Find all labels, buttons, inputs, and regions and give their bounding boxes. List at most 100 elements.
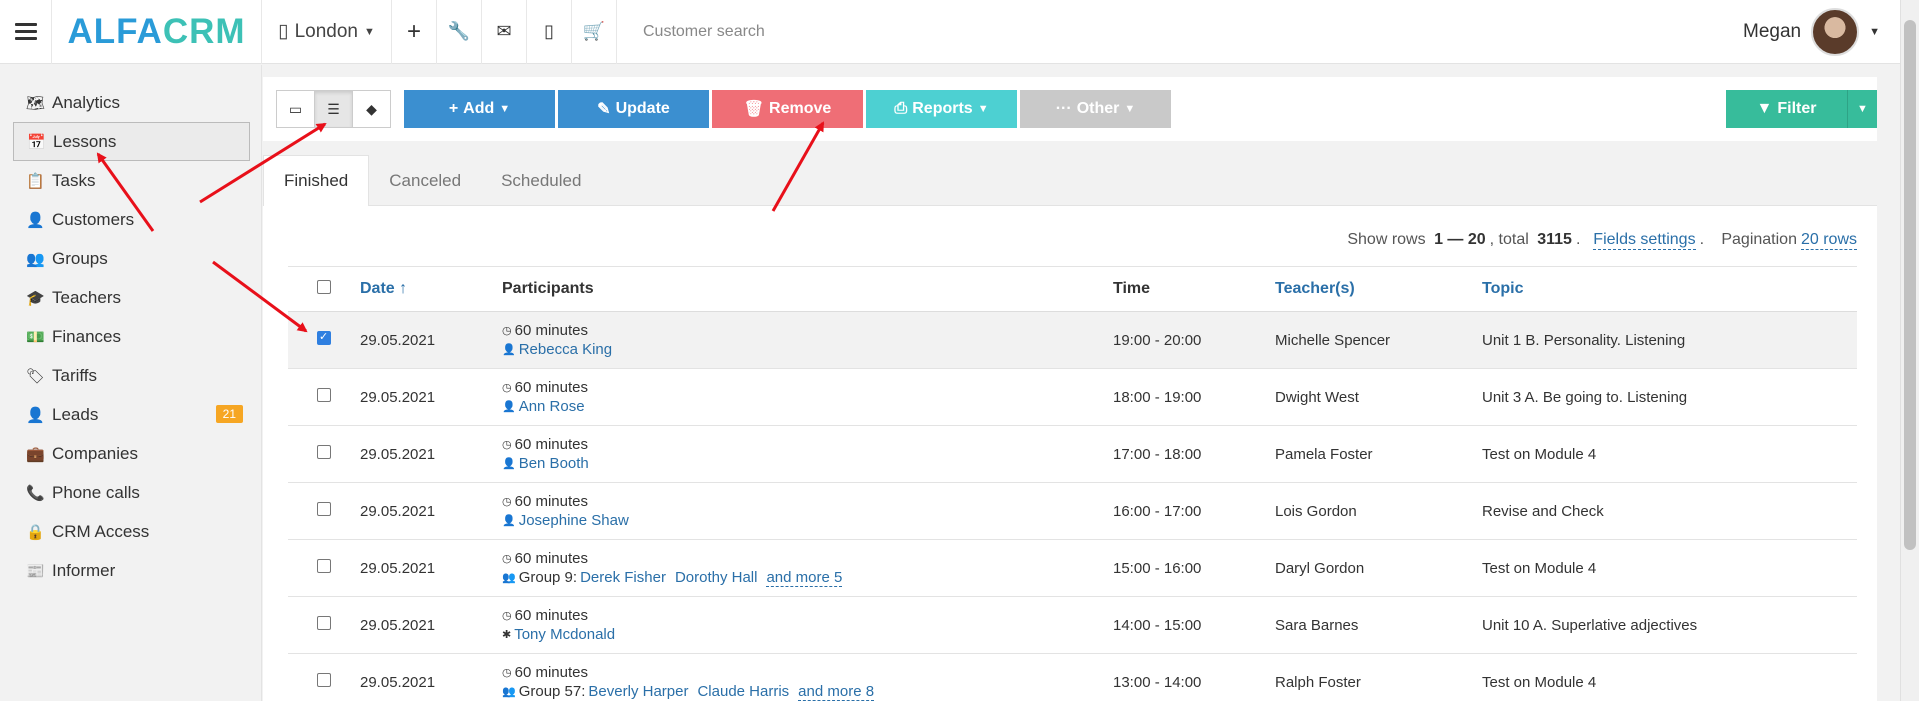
participant-link[interactable]: Ben Booth bbox=[519, 455, 589, 472]
date-cell: 29.05.2021 bbox=[360, 482, 502, 540]
clock-icon: ◷ bbox=[502, 325, 512, 337]
row-checkbox[interactable] bbox=[317, 388, 331, 402]
filter-button[interactable]: ▼ Filter bbox=[1726, 90, 1847, 128]
list-view-button[interactable]: ☰ bbox=[314, 90, 353, 128]
more-participants-link[interactable]: and more 5 bbox=[766, 569, 843, 587]
calendar-view-button[interactable]: ▭ bbox=[276, 90, 315, 128]
participants-cell: ◷ 60 minutes ✱ Tony Mcdonald bbox=[502, 596, 1113, 654]
participant-link[interactable]: Rebecca King bbox=[519, 341, 612, 358]
sidebar-item-label: CRM Access bbox=[52, 521, 150, 541]
cart-button[interactable]: 🛒 bbox=[572, 0, 617, 64]
newspaper-icon: 📰 bbox=[26, 562, 45, 580]
row-checkbox[interactable] bbox=[317, 445, 331, 459]
table-row[interactable]: 29.05.2021 ◷ 60 minutes 👤 Josephine Shaw 1… bbox=[288, 482, 1857, 540]
row-checkbox[interactable] bbox=[317, 616, 331, 630]
teachers-column-header[interactable]: Teacher(s) bbox=[1275, 266, 1482, 312]
row-checkbox[interactable] bbox=[317, 673, 331, 687]
remove-button[interactable]: 🗑 Remove bbox=[712, 90, 863, 128]
participants-column-header: Participants bbox=[502, 266, 1113, 312]
graduation-cap-icon: 🎓 bbox=[26, 289, 45, 307]
teacher-cell: Pamela Foster bbox=[1275, 425, 1482, 483]
trash-icon: 🗑 bbox=[743, 101, 765, 118]
toolbar: ▭ ☰ ◆ + Add ▼ ✎ Update 🗑 Remove ⎙ Reports ▼ ··… bbox=[263, 77, 1877, 141]
sidebar-item-tariffs[interactable]: 🏷 Tariffs bbox=[0, 356, 261, 395]
sidebar-item-crm-access[interactable]: 🔒 CRM Access bbox=[0, 512, 261, 551]
table-row[interactable]: 29.05.2021 ◷ 60 minutes 👤 Ann Rose 18:00 -… bbox=[288, 368, 1857, 426]
pagination-link[interactable]: 20 rows bbox=[1800, 231, 1857, 250]
sidebar-item-companies[interactable]: 💼 Companies bbox=[0, 434, 261, 473]
table-row[interactable]: 29.05.2021 ◷ 60 minutes 👥 Group 9: Derek Fi… bbox=[288, 539, 1857, 597]
mobile-button[interactable]: ▯ bbox=[527, 0, 572, 64]
plus-button[interactable]: + bbox=[392, 0, 437, 64]
reports-button[interactable]: ⎙ Reports ▼ bbox=[866, 90, 1017, 128]
sidebar-item-leads[interactable]: 👤 Leads 21 bbox=[0, 395, 261, 434]
update-button[interactable]: ✎ Update bbox=[558, 90, 709, 128]
participant-link[interactable]: Claude Harris bbox=[697, 683, 789, 700]
topic-cell: Test on Module 4 bbox=[1482, 539, 1857, 597]
row-checkbox[interactable] bbox=[317, 330, 331, 345]
tools-button[interactable]: 🔧 bbox=[437, 0, 482, 64]
cart-icon: 🛒 bbox=[582, 21, 606, 41]
time-cell: 14:00 - 15:00 bbox=[1113, 596, 1275, 654]
participant-link[interactable]: Dorothy Hall bbox=[675, 569, 758, 586]
table-row[interactable]: 29.05.2021 ◷ 60 minutes 👥 Group 57: Beverly… bbox=[288, 653, 1857, 701]
page-scrollbar[interactable] bbox=[1900, 0, 1919, 701]
avatar bbox=[1811, 8, 1860, 56]
participant-link[interactable]: Josephine Shaw bbox=[519, 512, 629, 529]
clipboard-icon: 📋 bbox=[26, 172, 45, 190]
layers-icon: ◆ bbox=[366, 100, 377, 117]
sidebar-item-tasks[interactable]: 📋 Tasks bbox=[0, 161, 261, 200]
sidebar-item-groups[interactable]: 👥 Groups bbox=[0, 239, 261, 278]
mail-button[interactable]: ✉ bbox=[482, 0, 527, 64]
sidebar-item-phone-calls[interactable]: 📞 Phone calls bbox=[0, 473, 261, 512]
sidebar-item-analytics[interactable]: 🗺 Analytics bbox=[0, 83, 261, 122]
date-column-header[interactable]: Date ↑ bbox=[360, 266, 502, 312]
time-cell: 13:00 - 14:00 bbox=[1113, 653, 1275, 701]
sidebar-item-informer[interactable]: 📰 Informer bbox=[0, 551, 261, 590]
sidebar-item-finances[interactable]: 💵 Finances bbox=[0, 317, 261, 356]
participant-link[interactable]: Derek Fisher bbox=[580, 569, 666, 586]
duration-text: 60 minutes bbox=[514, 663, 588, 681]
table-row[interactable]: 29.05.2021 ◷ 60 minutes 👤 Ben Booth 17:00 … bbox=[288, 425, 1857, 483]
sidebar-item-lessons[interactable]: 📅 Lessons bbox=[13, 122, 250, 161]
caret-down-icon: ▼ bbox=[1857, 103, 1868, 115]
tab-canceled[interactable]: Canceled bbox=[369, 155, 481, 206]
logo[interactable]: ALFA CRM bbox=[52, 0, 262, 64]
lessons-panel: Show rows 1 — 20, total 3115. Fields set… bbox=[263, 206, 1877, 701]
fields-settings-link[interactable]: Fields settings bbox=[1593, 231, 1696, 250]
branch-selector[interactable]: ▯ London ▼ bbox=[262, 0, 392, 64]
participants-cell: ◷ 60 minutes 👤 Ann Rose bbox=[502, 368, 1113, 426]
sidebar-item-teachers[interactable]: 🎓 Teachers bbox=[0, 278, 261, 317]
select-all-checkbox[interactable] bbox=[317, 279, 331, 294]
table-row[interactable]: 29.05.2021 ◷ 60 minutes ✱ Tony Mcdonald 14… bbox=[288, 596, 1857, 654]
clock-icon: ◷ bbox=[502, 439, 512, 451]
row-checkbox[interactable] bbox=[317, 559, 331, 573]
sidebar-item-label: Companies bbox=[52, 443, 138, 463]
date-cell: 29.05.2021 bbox=[360, 425, 502, 483]
date-cell: 29.05.2021 bbox=[360, 311, 502, 369]
filter-group: ▼ Filter ▼ bbox=[1726, 90, 1877, 128]
clock-icon: ◷ bbox=[502, 382, 512, 394]
topic-column-header[interactable]: Topic bbox=[1482, 266, 1857, 312]
clock-icon: ◷ bbox=[502, 666, 512, 679]
row-checkbox[interactable] bbox=[317, 502, 331, 516]
table-row[interactable]: 29.05.2021 ◷60 minutes 👤Rebecca King 19:… bbox=[288, 311, 1857, 369]
filter-dropdown-button[interactable]: ▼ bbox=[1847, 90, 1877, 128]
layers-view-button[interactable]: ◆ bbox=[352, 90, 391, 128]
user-menu[interactable]: Megan ▼ bbox=[1743, 0, 1880, 64]
more-participants-link[interactable]: and more 8 bbox=[798, 683, 875, 701]
customer-search-input[interactable]: Customer search bbox=[643, 23, 765, 41]
participant-link[interactable]: Ann Rose bbox=[519, 398, 585, 415]
sidebar-item-customers[interactable]: 👤 Customers bbox=[0, 200, 261, 239]
add-button[interactable]: + Add ▼ bbox=[404, 90, 555, 128]
other-button[interactable]: ··· Other ▼ bbox=[1020, 90, 1171, 128]
date-cell: 29.05.2021 bbox=[360, 653, 502, 701]
briefcase-icon: 💼 bbox=[26, 445, 45, 463]
tab-finished[interactable]: Finished bbox=[263, 155, 370, 206]
participant-link[interactable]: Tony Mcdonald bbox=[514, 626, 615, 643]
tab-scheduled[interactable]: Scheduled bbox=[481, 155, 601, 206]
topic-cell: Test on Module 4 bbox=[1482, 653, 1857, 701]
scrollbar-thumb[interactable] bbox=[1904, 20, 1916, 550]
menu-toggle-button[interactable] bbox=[0, 0, 52, 64]
participant-link[interactable]: Beverly Harper bbox=[588, 683, 688, 700]
